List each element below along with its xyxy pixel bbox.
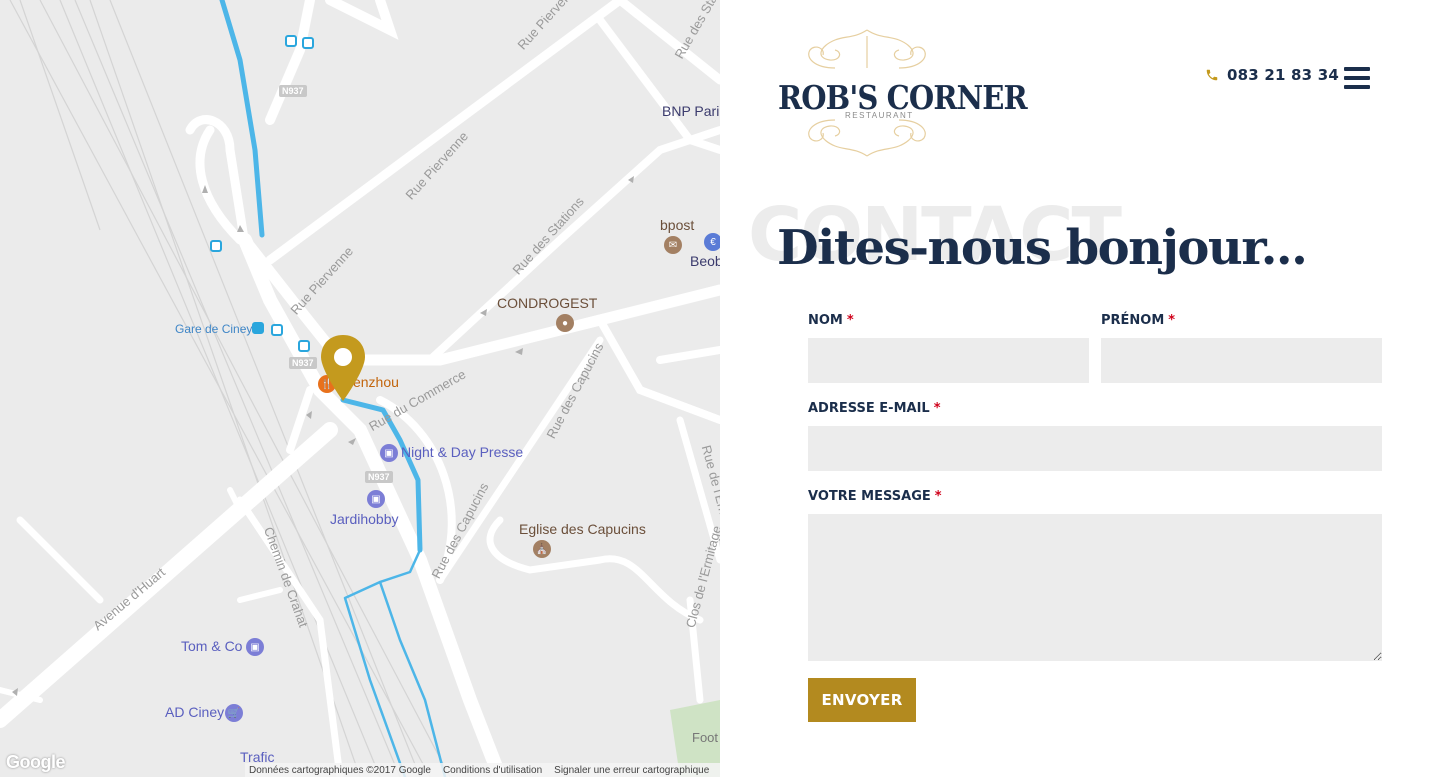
poi-label[interactable]: Eglise des Capucins	[519, 521, 646, 537]
map-footer: Données cartographiques ©2017 Google Con…	[245, 763, 720, 777]
poi-label[interactable]: CONDROGEST	[497, 295, 597, 311]
bus-stop-icon[interactable]	[298, 340, 310, 352]
bus-stop-icon[interactable]	[210, 240, 222, 252]
nom-field[interactable]	[808, 338, 1089, 383]
google-logo[interactable]: Google	[6, 752, 66, 773]
prenom-label: PRÉNOM *	[1101, 313, 1175, 328]
bus-stop-icon[interactable]	[302, 37, 314, 49]
required-mark: *	[934, 489, 942, 504]
required-mark: *	[1168, 313, 1176, 328]
map-data-credit: Données cartographiques ©2017 Google	[249, 764, 431, 776]
place-dot-icon[interactable]: ●	[556, 314, 574, 332]
poi-label[interactable]: BNP Parib	[662, 103, 720, 119]
shopping-cart-icon[interactable]: 🛒	[225, 704, 243, 722]
shopping-bag-icon[interactable]: ▣	[367, 490, 385, 508]
poi-label[interactable]: Beob	[690, 253, 720, 269]
road-shield: N937	[279, 85, 307, 97]
submit-button[interactable]: ENVOYER	[808, 678, 916, 722]
church-icon[interactable]: ⛪	[533, 540, 551, 558]
road-shield: N937	[289, 357, 317, 369]
contact-panel: ROB'S CORNER RESTAURANT 083 21 83 34 CON…	[720, 0, 1440, 777]
page-title: Dites-nous bonjour...	[777, 220, 1308, 276]
poi-label[interactable]: Jardihobby	[330, 511, 399, 527]
bus-stop-icon[interactable]	[285, 35, 297, 47]
bus-stop-icon[interactable]	[271, 324, 283, 336]
poi-label[interactable]: Tom & Co	[181, 638, 242, 654]
required-mark: *	[846, 313, 854, 328]
poi-label[interactable]: bpost	[660, 217, 694, 233]
road-shield: N937	[365, 471, 393, 483]
menu-bar	[1344, 76, 1370, 80]
euro-icon[interactable]: €	[704, 233, 720, 251]
phone-contact[interactable]: 083 21 83 34	[1205, 66, 1339, 84]
phone-number[interactable]: 083 21 83 34	[1227, 66, 1339, 84]
required-mark: *	[933, 401, 941, 416]
shopping-bag-icon[interactable]: ▣	[246, 638, 264, 656]
logo-subtitle: RESTAURANT	[845, 111, 914, 120]
poi-label[interactable]: Gare de Ciney	[175, 322, 252, 336]
phone-icon	[1206, 69, 1218, 81]
email-field[interactable]	[808, 426, 1382, 471]
prenom-field[interactable]	[1101, 338, 1382, 383]
restaurant-logo[interactable]: ROB'S CORNER RESTAURANT	[775, 28, 1028, 158]
menu-bar	[1344, 67, 1370, 71]
prenom-label-text: PRÉNOM	[1101, 313, 1165, 328]
map-area[interactable]: Rue Piervenne Rue Piervenne Rue Piervenn…	[0, 0, 720, 777]
mail-icon[interactable]: ✉	[664, 236, 682, 254]
terms-link[interactable]: Conditions d'utilisation	[443, 765, 542, 776]
location-pin-icon[interactable]	[321, 335, 365, 401]
train-station-icon[interactable]	[252, 322, 264, 334]
message-label: VOTRE MESSAGE *	[808, 489, 942, 504]
menu-bar	[1344, 85, 1370, 89]
poi-label[interactable]: AD Ciney	[165, 704, 224, 720]
nom-label: NOM *	[808, 313, 854, 328]
email-label: ADRESSE E-MAIL *	[808, 401, 941, 416]
nom-label-text: NOM	[808, 313, 843, 328]
email-label-text: ADRESSE E-MAIL	[808, 401, 930, 416]
poi-label[interactable]: Foot	[692, 730, 718, 745]
hamburger-menu-icon[interactable]	[1344, 67, 1370, 89]
report-error-link[interactable]: Signaler une erreur cartographique	[554, 765, 709, 776]
shopping-bag-icon[interactable]: ▣	[380, 444, 398, 462]
message-field[interactable]	[808, 514, 1382, 661]
message-label-text: VOTRE MESSAGE	[808, 489, 931, 504]
poi-label[interactable]: Night & Day Presse	[401, 444, 523, 460]
